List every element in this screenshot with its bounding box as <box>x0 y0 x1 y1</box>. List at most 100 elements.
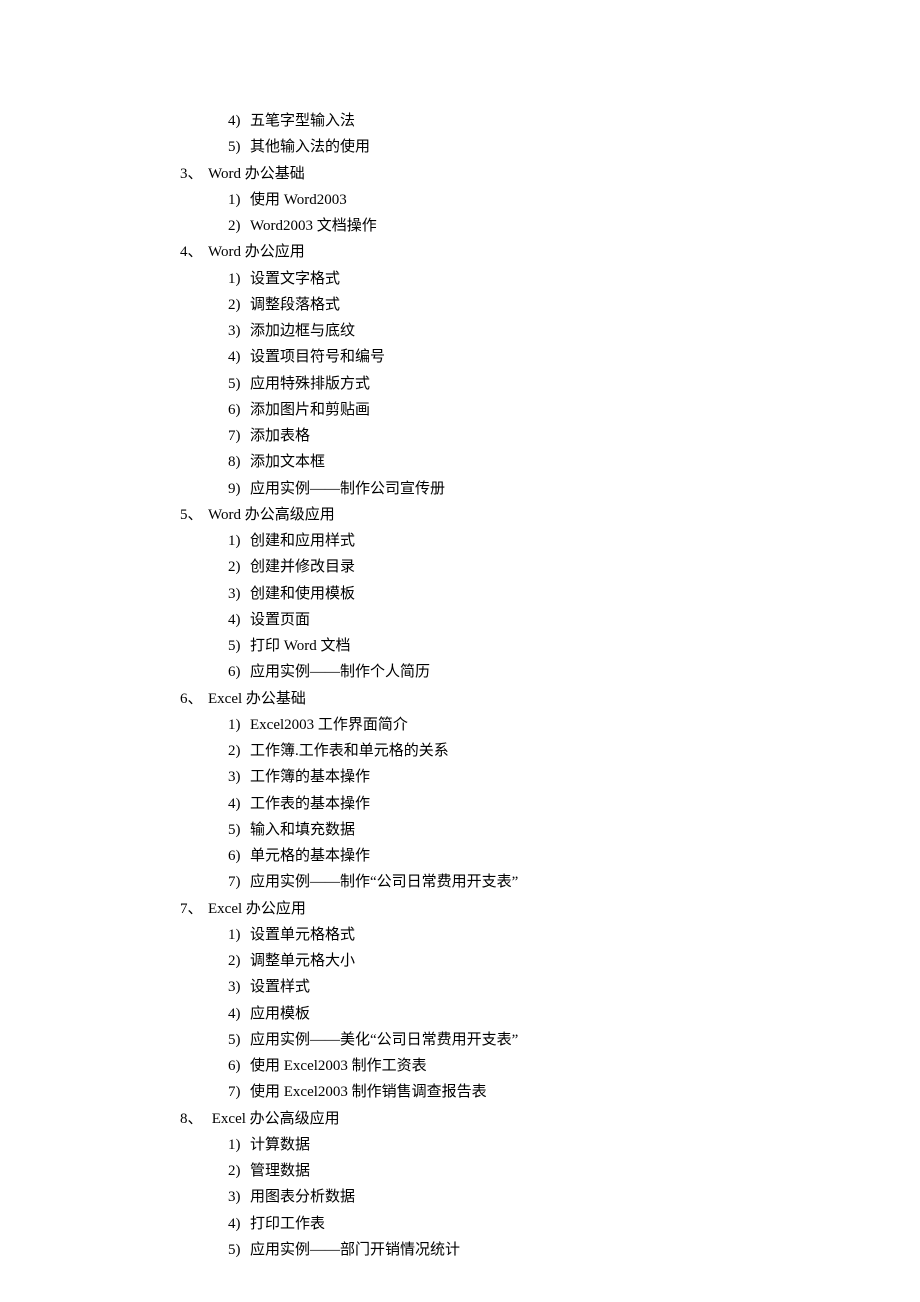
list-item: 2)创建并修改目录 <box>180 554 920 580</box>
item-text: 应用实例——部门开销情况统计 <box>250 1242 460 1258</box>
list-item: 4)应用模板 <box>180 1001 920 1027</box>
item-text: Excel 办公高级应用 <box>208 1111 340 1127</box>
item-text: 工作表的基本操作 <box>250 796 370 812</box>
item-text: 创建和使用模板 <box>250 586 355 602</box>
item-marker: 1) <box>228 922 250 948</box>
section-heading: 8、 Excel 办公高级应用 <box>180 1106 920 1132</box>
document-outline: 4)五笔字型输入法5)其他输入法的使用3、Word 办公基础1)使用 Word2… <box>180 108 920 1263</box>
list-item: 3)创建和使用模板 <box>180 581 920 607</box>
item-text: 管理数据 <box>250 1163 310 1179</box>
item-marker: 1) <box>228 1132 250 1158</box>
item-text: 添加图片和剪贴画 <box>250 402 370 418</box>
list-item: 1)设置文字格式 <box>180 266 920 292</box>
item-marker: 5) <box>228 134 250 160</box>
list-item: 2)管理数据 <box>180 1158 920 1184</box>
item-marker: 8) <box>228 449 250 475</box>
section-heading: 6、Excel 办公基础 <box>180 686 920 712</box>
section-heading: 7、Excel 办公应用 <box>180 896 920 922</box>
item-text: 用图表分析数据 <box>250 1189 355 1205</box>
list-item: 5)应用实例——部门开销情况统计 <box>180 1237 920 1263</box>
item-marker: 7) <box>228 1079 250 1105</box>
item-text: 应用模板 <box>250 1006 310 1022</box>
item-text: 应用实例——制作“公司日常费用开支表” <box>250 874 518 890</box>
list-item: 1)Excel2003 工作界面简介 <box>180 712 920 738</box>
item-marker: 4) <box>228 607 250 633</box>
item-text: Word 办公应用 <box>208 244 305 260</box>
item-text: 打印 Word 文档 <box>250 638 350 654</box>
item-text: Word 办公高级应用 <box>208 507 335 523</box>
list-item: 7)应用实例——制作“公司日常费用开支表” <box>180 869 920 895</box>
item-marker: 4) <box>228 791 250 817</box>
item-marker: 1) <box>228 528 250 554</box>
item-marker: 6) <box>228 659 250 685</box>
item-marker: 3、 <box>180 161 208 187</box>
list-item: 6)使用 Excel2003 制作工资表 <box>180 1053 920 1079</box>
item-text: 应用实例——制作个人简历 <box>250 664 430 680</box>
item-marker: 1) <box>228 187 250 213</box>
item-marker: 8、 <box>180 1106 208 1132</box>
list-item: 5)其他输入法的使用 <box>180 134 920 160</box>
section-heading: 4、Word 办公应用 <box>180 239 920 265</box>
list-item: 4)打印工作表 <box>180 1211 920 1237</box>
item-marker: 2) <box>228 213 250 239</box>
item-marker: 3) <box>228 1184 250 1210</box>
list-item: 1)创建和应用样式 <box>180 528 920 554</box>
item-text: Excel2003 工作界面简介 <box>250 717 408 733</box>
list-item: 5)打印 Word 文档 <box>180 633 920 659</box>
item-marker: 5) <box>228 371 250 397</box>
list-item: 1)设置单元格格式 <box>180 922 920 948</box>
item-text: 创建和应用样式 <box>250 533 355 549</box>
list-item: 4)工作表的基本操作 <box>180 791 920 817</box>
item-text: Word2003 文档操作 <box>250 218 377 234</box>
list-item: 4)设置页面 <box>180 607 920 633</box>
item-text: 设置单元格格式 <box>250 927 355 943</box>
list-item: 3)用图表分析数据 <box>180 1184 920 1210</box>
item-text: Excel 办公基础 <box>208 691 306 707</box>
item-marker: 7) <box>228 423 250 449</box>
list-item: 4)五笔字型输入法 <box>180 108 920 134</box>
item-marker: 5) <box>228 1237 250 1263</box>
list-item: 1)计算数据 <box>180 1132 920 1158</box>
section-heading: 3、Word 办公基础 <box>180 161 920 187</box>
list-item: 5)应用实例——美化“公司日常费用开支表” <box>180 1027 920 1053</box>
item-text: 调整段落格式 <box>250 297 340 313</box>
item-marker: 6) <box>228 843 250 869</box>
item-text: 打印工作表 <box>250 1216 325 1232</box>
item-marker: 2) <box>228 948 250 974</box>
item-text: Excel 办公应用 <box>208 901 306 917</box>
item-text: 设置页面 <box>250 612 310 628</box>
list-item: 5)输入和填充数据 <box>180 817 920 843</box>
list-item: 3)工作簿的基本操作 <box>180 764 920 790</box>
item-marker: 1) <box>228 266 250 292</box>
item-text: 其他输入法的使用 <box>250 139 370 155</box>
item-text: 输入和填充数据 <box>250 822 355 838</box>
item-text: 工作簿的基本操作 <box>250 769 370 785</box>
item-text: 使用 Word2003 <box>250 192 347 208</box>
item-text: 应用实例——制作公司宣传册 <box>250 481 445 497</box>
list-item: 2)Word2003 文档操作 <box>180 213 920 239</box>
list-item: 4)设置项目符号和编号 <box>180 344 920 370</box>
item-text: 调整单元格大小 <box>250 953 355 969</box>
item-marker: 4) <box>228 108 250 134</box>
item-text: 应用特殊排版方式 <box>250 376 370 392</box>
list-item: 7)添加表格 <box>180 423 920 449</box>
item-marker: 4) <box>228 1001 250 1027</box>
list-item: 8)添加文本框 <box>180 449 920 475</box>
item-marker: 6) <box>228 1053 250 1079</box>
item-marker: 3) <box>228 974 250 1000</box>
item-marker: 5) <box>228 633 250 659</box>
list-item: 6)应用实例——制作个人简历 <box>180 659 920 685</box>
item-marker: 6、 <box>180 686 208 712</box>
item-text: 添加文本框 <box>250 454 325 470</box>
item-marker: 5) <box>228 1027 250 1053</box>
list-item: 3)设置样式 <box>180 974 920 1000</box>
list-item: 2)工作簿.工作表和单元格的关系 <box>180 738 920 764</box>
item-marker: 4、 <box>180 239 208 265</box>
item-marker: 3) <box>228 581 250 607</box>
item-marker: 5、 <box>180 502 208 528</box>
item-text: 创建并修改目录 <box>250 559 355 575</box>
list-item: 9)应用实例——制作公司宣传册 <box>180 476 920 502</box>
item-marker: 7、 <box>180 896 208 922</box>
item-marker: 1) <box>228 712 250 738</box>
item-marker: 2) <box>228 1158 250 1184</box>
